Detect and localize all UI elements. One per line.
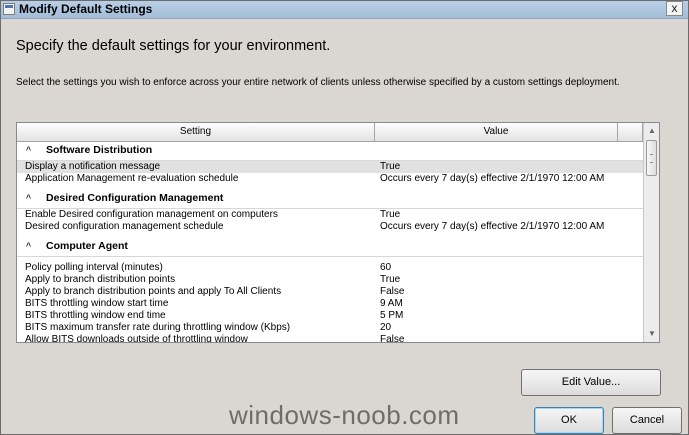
- column-header-value[interactable]: Value: [375, 123, 618, 141]
- cancel-button[interactable]: Cancel: [612, 407, 682, 434]
- edit-value-button[interactable]: Edit Value...: [521, 369, 661, 396]
- page-heading: Specify the default settings for your en…: [16, 38, 331, 54]
- setting-value: True: [380, 274, 401, 285]
- close-button[interactable]: x: [666, 1, 683, 16]
- setting-value: False: [380, 286, 405, 297]
- window-icon: [3, 3, 15, 15]
- setting-value: 20: [380, 322, 392, 333]
- setting-row[interactable]: Application Management re-evaluation sch…: [17, 173, 643, 185]
- setting-name: Enable Desired configuration management …: [25, 209, 278, 220]
- setting-name: Application Management re-evaluation sch…: [25, 173, 239, 184]
- setting-row[interactable]: BITS throttling window start time 9 AM: [17, 298, 643, 310]
- setting-name: Display a notification message: [25, 161, 161, 172]
- group-computer-agent[interactable]: ^ Computer Agent: [17, 238, 643, 257]
- ok-button[interactable]: OK: [534, 407, 604, 434]
- group-title: Software Distribution: [46, 144, 153, 156]
- setting-row[interactable]: Desired configuration management schedul…: [17, 221, 643, 233]
- setting-name: BITS throttling window end time: [25, 310, 166, 321]
- group-title: Computer Agent: [46, 240, 128, 252]
- setting-value: 5 PM: [380, 310, 404, 321]
- window-title: Modify Default Settings: [19, 2, 153, 16]
- setting-value: True: [380, 209, 401, 220]
- title-bar[interactable]: Modify Default Settings x: [1, 1, 688, 19]
- instruction-text: Select the settings you wish to enforce …: [16, 77, 620, 88]
- collapse-chevron-icon[interactable]: ^: [24, 242, 33, 251]
- settings-grid: Setting Value ^ Software Distribution Di…: [16, 122, 660, 343]
- setting-value: True: [380, 161, 401, 172]
- collapse-chevron-icon[interactable]: ^: [24, 194, 33, 203]
- setting-name: Desired configuration management schedul…: [25, 221, 224, 232]
- scroll-down-arrow-icon[interactable]: ▼: [644, 326, 659, 342]
- setting-row[interactable]: Allow BITS downloads outside of throttli…: [17, 334, 643, 343]
- setting-value: 60: [380, 262, 392, 273]
- setting-row[interactable]: Enable Desired configuration management …: [17, 209, 643, 221]
- scroll-thumb[interactable]: [646, 140, 657, 176]
- column-header-setting[interactable]: Setting: [17, 123, 375, 141]
- setting-row[interactable]: BITS throttling window end time 5 PM: [17, 310, 643, 322]
- scroll-up-arrow-icon[interactable]: ▲: [644, 123, 659, 139]
- setting-name: Policy polling interval (minutes): [25, 262, 163, 273]
- setting-value: 9 AM: [380, 298, 403, 309]
- setting-name: Apply to branch distribution points and …: [25, 286, 282, 297]
- grid-rows: ^ Software Distribution Display a notifi…: [17, 142, 643, 343]
- setting-row[interactable]: Apply to branch distribution points True: [17, 274, 643, 286]
- collapse-chevron-icon[interactable]: ^: [24, 146, 33, 155]
- setting-name: BITS throttling window start time: [25, 298, 169, 309]
- grid-header: Setting Value: [17, 123, 643, 142]
- watermark-text: windows-noob.com: [229, 400, 460, 430]
- modify-default-settings-dialog: Modify Default Settings x Specify the de…: [0, 0, 689, 435]
- setting-name: Allow BITS downloads outside of throttli…: [25, 334, 248, 343]
- setting-name: BITS maximum transfer rate during thrott…: [25, 322, 291, 333]
- group-title: Desired Configuration Management: [46, 192, 224, 204]
- setting-value: Occurs every 7 day(s) effective 2/1/1970…: [380, 173, 605, 184]
- column-header-extra[interactable]: [618, 123, 643, 141]
- setting-value: Occurs every 7 day(s) effective 2/1/1970…: [380, 221, 605, 232]
- setting-name: Apply to branch distribution points: [25, 274, 176, 285]
- setting-value: False: [380, 334, 405, 343]
- setting-row[interactable]: BITS maximum transfer rate during thrott…: [17, 322, 643, 334]
- setting-row[interactable]: Apply to branch distribution points and …: [17, 286, 643, 298]
- vertical-scrollbar[interactable]: ▲ ▼: [643, 123, 659, 342]
- setting-row[interactable]: Policy polling interval (minutes) 60: [17, 262, 643, 274]
- group-desired-configuration-management[interactable]: ^ Desired Configuration Management: [17, 190, 643, 209]
- group-software-distribution[interactable]: ^ Software Distribution: [17, 142, 643, 161]
- setting-row[interactable]: Display a notification message True: [17, 161, 643, 173]
